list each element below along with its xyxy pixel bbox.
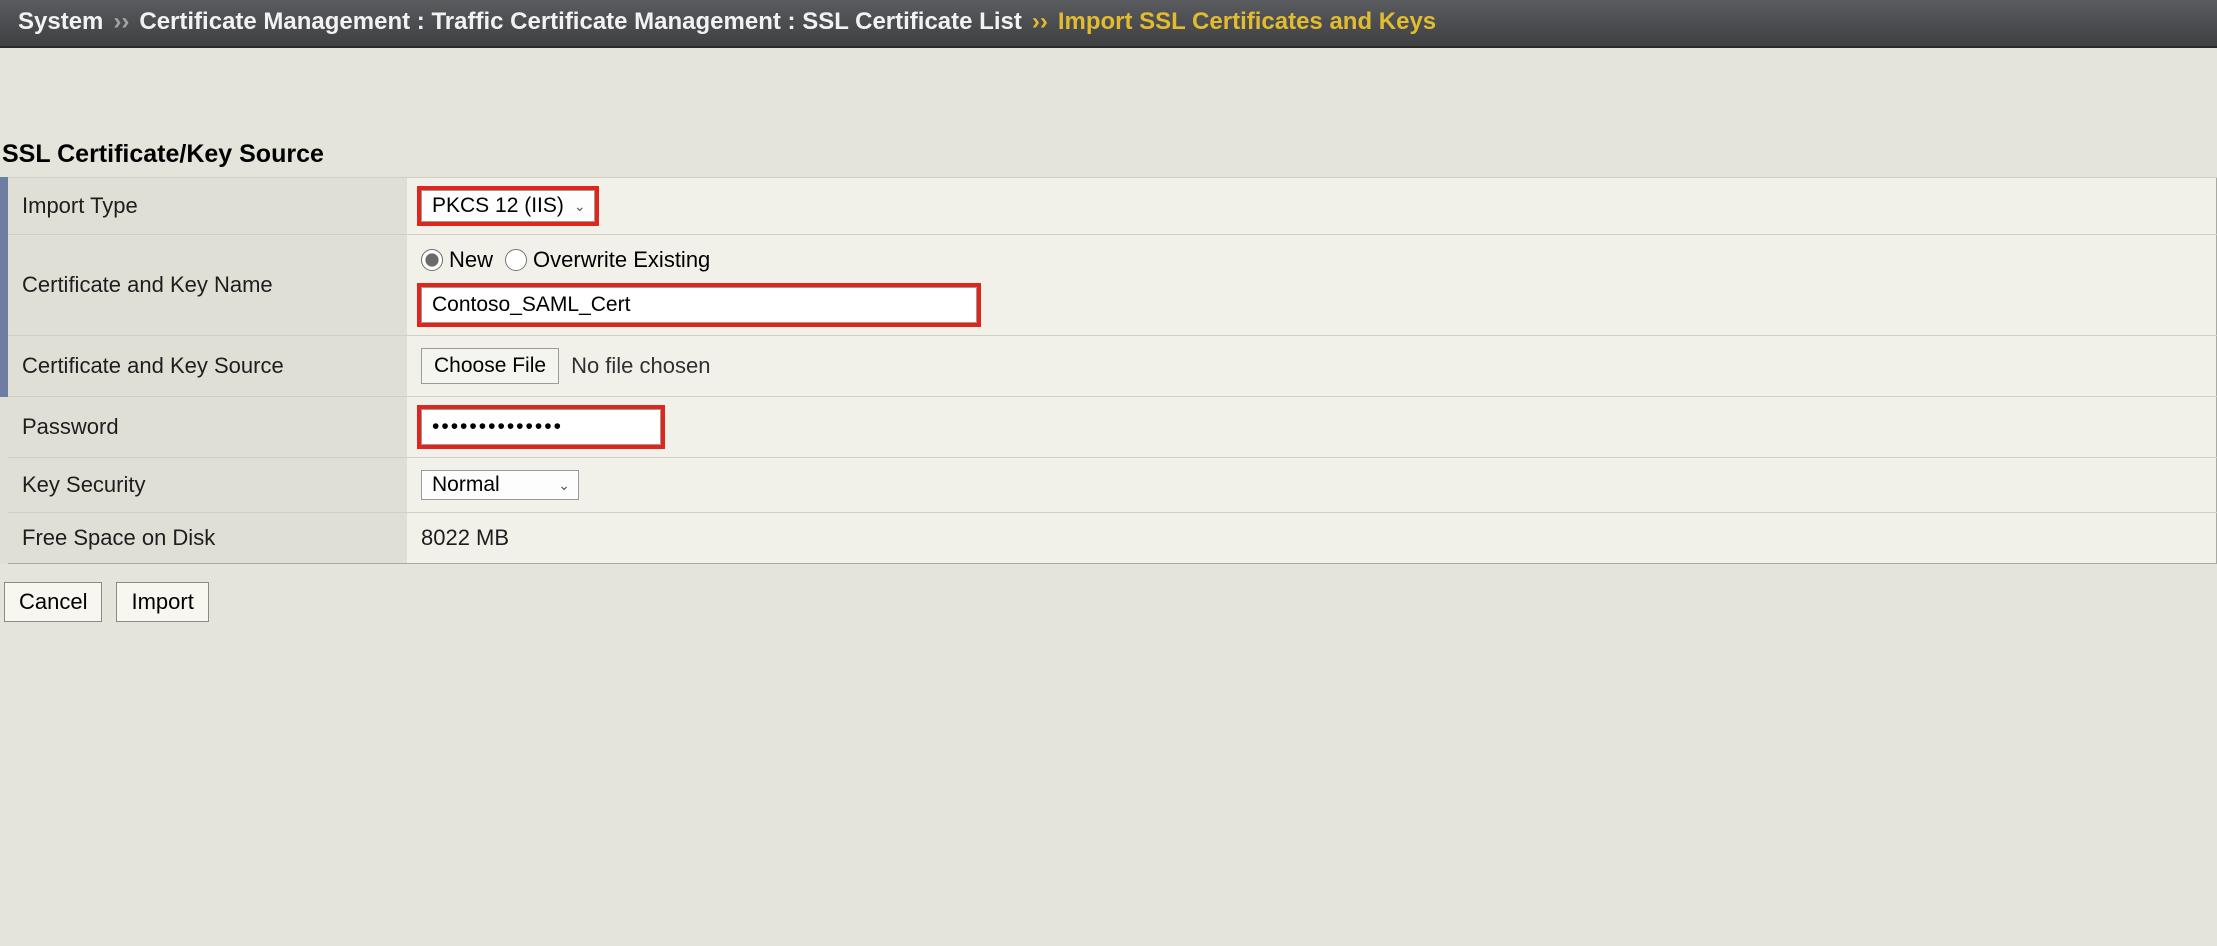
cert-key-name-input[interactable]: [421, 287, 977, 323]
row-import-type: Import Type PKCS 12 (IIS) ⌄: [4, 178, 2217, 235]
row-free-space: Free Space on Disk 8022 MB: [4, 513, 2217, 564]
breadcrumb-separator-icon: ››: [1032, 8, 1048, 36]
key-security-value: Normal: [432, 473, 500, 497]
row-cert-key-source: Certificate and Key Source Choose File N…: [4, 336, 2217, 397]
import-type-select[interactable]: PKCS 12 (IIS) ⌄: [421, 190, 595, 222]
row-key-security: Key Security Normal ⌄: [4, 458, 2217, 513]
breadcrumb-separator-icon: ››: [113, 8, 129, 36]
form-table: Import Type PKCS 12 (IIS) ⌄ Certificate …: [0, 177, 2217, 564]
button-row: Cancel Import: [0, 564, 2217, 640]
chevron-down-icon: ⌄: [574, 198, 586, 215]
breadcrumb-bar: System ›› Certificate Management : Traff…: [0, 0, 2217, 48]
row-cert-key-name: Certificate and Key Name New Overwrite E…: [4, 235, 2217, 336]
import-button[interactable]: Import: [116, 582, 208, 622]
password-input[interactable]: [421, 409, 661, 445]
label-cert-key-source: Certificate and Key Source: [4, 336, 407, 397]
breadcrumb-root[interactable]: System: [18, 8, 103, 36]
breadcrumb-current: Import SSL Certificates and Keys: [1058, 8, 1436, 36]
label-cert-key-name: Certificate and Key Name: [4, 235, 407, 336]
label-key-security: Key Security: [4, 458, 407, 513]
row-password: Password: [4, 397, 2217, 458]
radio-overwrite-label: Overwrite Existing: [533, 247, 710, 273]
import-type-value: PKCS 12 (IIS): [432, 194, 564, 218]
free-space-value: 8022 MB: [421, 525, 509, 550]
choose-file-button[interactable]: Choose File: [421, 348, 559, 384]
label-free-space: Free Space on Disk: [4, 513, 407, 564]
radio-new-label: New: [449, 247, 493, 273]
key-security-select[interactable]: Normal ⌄: [421, 470, 579, 500]
cancel-button[interactable]: Cancel: [4, 582, 102, 622]
breadcrumb-path[interactable]: Certificate Management : Traffic Certifi…: [139, 8, 1021, 36]
file-status: No file chosen: [571, 353, 710, 379]
section-title: SSL Certificate/Key Source: [0, 48, 2217, 177]
label-import-type: Import Type: [4, 178, 407, 235]
radio-new[interactable]: [421, 249, 443, 271]
chevron-down-icon: ⌄: [558, 477, 570, 494]
label-password: Password: [4, 397, 407, 458]
radio-overwrite[interactable]: [505, 249, 527, 271]
